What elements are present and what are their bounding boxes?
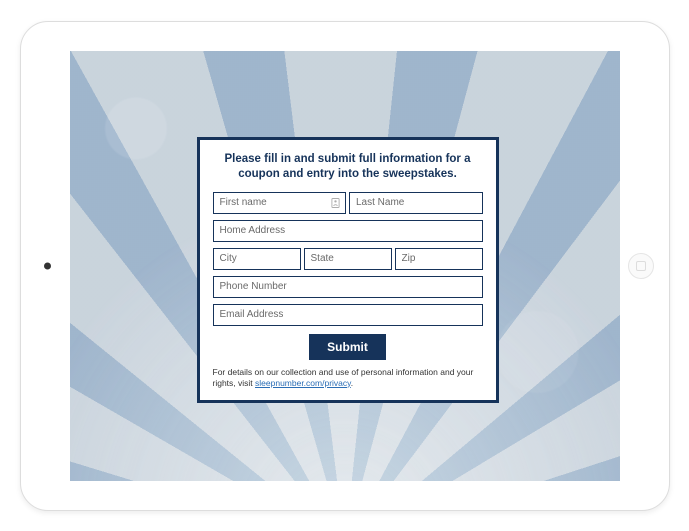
phone-input[interactable] bbox=[220, 281, 476, 292]
name-row bbox=[213, 192, 483, 214]
sweepstakes-form-card: Please fill in and submit full informati… bbox=[197, 137, 499, 403]
first-name-input[interactable] bbox=[220, 197, 340, 208]
home-address-input[interactable] bbox=[220, 225, 476, 236]
tablet-home-button[interactable] bbox=[628, 253, 654, 279]
zip-input[interactable] bbox=[402, 253, 476, 264]
last-name-field-wrap bbox=[349, 192, 483, 214]
tablet-screen: Please fill in and submit full informati… bbox=[70, 51, 620, 481]
zip-field-wrap bbox=[395, 248, 483, 270]
state-input[interactable] bbox=[311, 253, 385, 264]
city-state-zip-row bbox=[213, 248, 483, 270]
disclaimer-suffix: . bbox=[351, 378, 353, 388]
email-input[interactable] bbox=[220, 309, 476, 320]
tablet-device-frame: Please fill in and submit full informati… bbox=[20, 21, 670, 511]
city-input[interactable] bbox=[220, 253, 294, 264]
submit-row: Submit bbox=[213, 334, 483, 360]
state-field-wrap bbox=[304, 248, 392, 270]
phone-row bbox=[213, 276, 483, 298]
first-name-field-wrap bbox=[213, 192, 347, 214]
email-row bbox=[213, 304, 483, 326]
phone-field-wrap bbox=[213, 276, 483, 298]
last-name-input[interactable] bbox=[356, 197, 476, 208]
city-field-wrap bbox=[213, 248, 301, 270]
address-row bbox=[213, 220, 483, 242]
tablet-camera bbox=[44, 262, 51, 269]
home-address-field-wrap bbox=[213, 220, 483, 242]
email-field-wrap bbox=[213, 304, 483, 326]
form-heading: Please fill in and submit full informati… bbox=[213, 152, 483, 183]
privacy-disclaimer: For details on our collection and use of… bbox=[213, 367, 483, 389]
submit-button[interactable]: Submit bbox=[309, 334, 386, 360]
contact-card-icon bbox=[331, 197, 340, 208]
privacy-link[interactable]: sleepnumber.com/privacy bbox=[255, 378, 351, 388]
